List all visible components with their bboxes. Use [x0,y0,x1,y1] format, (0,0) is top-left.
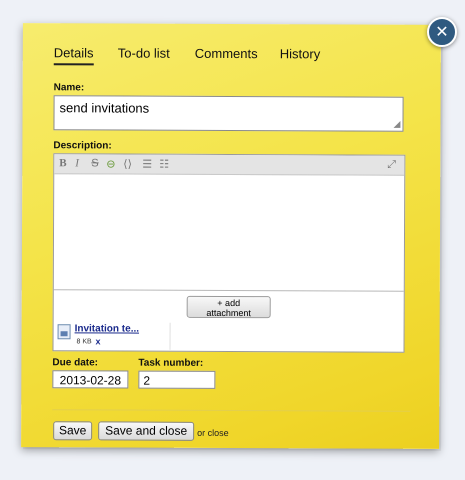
or-text: or [197,427,206,438]
due-date-input[interactable]: 2013-02-28 [52,370,129,389]
description-editor: B I S ⊖ ⟨⟩ ☰ ☷ ⤢ + add attachment Invita… [52,153,406,353]
description-textarea[interactable] [54,174,405,298]
remove-attachment-button[interactable]: x [96,336,101,346]
code-icon[interactable]: ⟨⟩ [123,158,132,171]
tab-todo-list[interactable]: To-do list [118,46,170,61]
strikethrough-icon[interactable]: S [91,157,98,169]
add-attachment-label-2: attachment [206,307,251,319]
or-close-text: or close [197,428,229,438]
resize-grip-icon[interactable]: ◢ [394,119,401,130]
attachment-link[interactable]: Invitation te... [75,323,140,334]
footer-divider [52,409,411,412]
close-icon[interactable]: ✕ [427,17,457,47]
attachment-item: Invitation te... 8 KB x [57,322,171,350]
add-attachment-label-1: + add [217,297,241,309]
name-label: Name: [53,82,85,94]
save-button[interactable]: Save [53,421,93,441]
close-link[interactable]: close [208,428,229,438]
numbered-list-icon[interactable]: ☷ [159,158,169,171]
name-value: send invitations [59,100,150,116]
tab-history[interactable]: History [280,46,321,61]
add-attachment-button[interactable]: + add attachment [186,295,271,319]
due-date-label: Due date: [52,357,99,369]
fullscreen-icon[interactable]: ⤢ [387,159,396,172]
editor-toolbar: B I S ⊖ ⟨⟩ ☰ ☷ ⤢ [54,154,405,176]
task-number-label: Task number: [138,357,204,369]
description-label: Description: [53,140,112,152]
italic-icon[interactable]: I [75,157,79,169]
task-number-input[interactable]: 2 [138,370,216,389]
save-and-close-button[interactable]: Save and close [98,421,195,441]
attachment-area: + add attachment Invitation te... 8 KB x [53,289,404,352]
link-icon[interactable]: ⊖ [106,157,115,170]
document-icon [57,324,71,340]
tab-comments[interactable]: Comments [195,46,258,61]
tab-details[interactable]: Details [53,45,94,66]
bulleted-list-icon[interactable]: ☰ [142,158,152,171]
bold-icon[interactable]: B [59,157,66,169]
attachment-size: 8 KB [76,338,92,346]
task-dialog: Details To-do list Comments History Name… [21,23,441,449]
name-field[interactable]: send invitations ◢ [53,95,404,132]
